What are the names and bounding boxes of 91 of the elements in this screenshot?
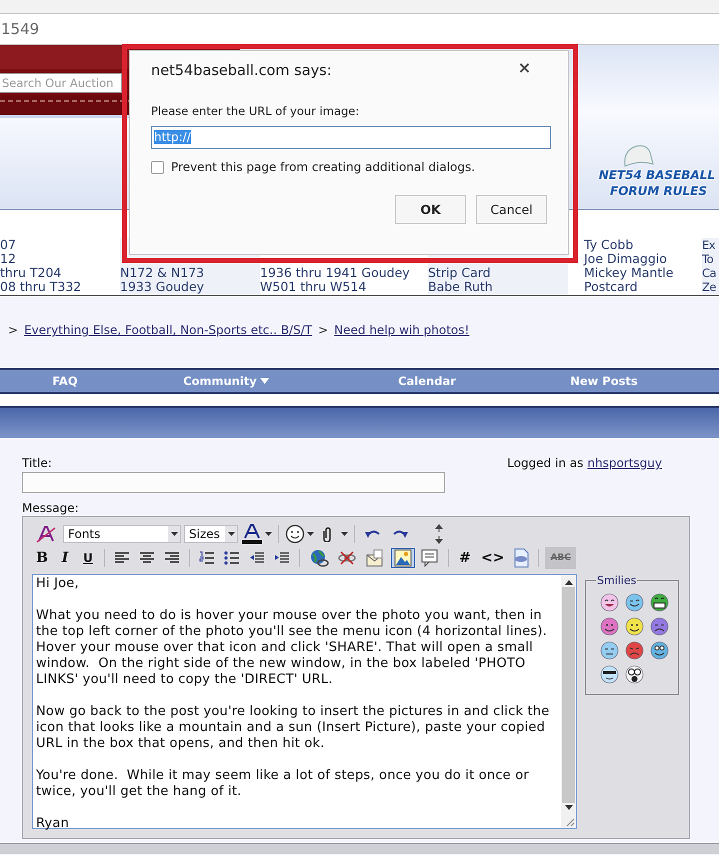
smiley-icon[interactable]: [625, 641, 644, 660]
caret-icon: [228, 532, 234, 536]
forum-rules-logo-text[interactable]: NET54 BASEBALL: [598, 168, 715, 182]
remove-format-icon: [35, 524, 57, 544]
category-link[interactable]: Postcard: [584, 280, 702, 294]
php-icon: [513, 548, 530, 568]
message-field[interactable]: [32, 574, 577, 829]
resize-icon: [434, 523, 444, 545]
message-paragraph: Hi Joe,: [36, 576, 80, 592]
category-link[interactable]: thru T204: [0, 266, 120, 280]
quote-icon: [421, 549, 439, 567]
breadcrumb-separator: >: [318, 323, 328, 337]
username-link[interactable]: nhsportsguy: [587, 456, 662, 501]
category-link[interactable]: 12: [0, 252, 120, 266]
dialog-title: net54baseball.com says:: [151, 63, 332, 79]
category-link[interactable]: 1933 Goudey: [120, 280, 260, 294]
category-link[interactable]: Ex: [702, 238, 719, 252]
category-link[interactable]: Mickey Mantle: [584, 266, 702, 280]
category-link[interactable]: Strip Card: [428, 266, 568, 280]
breadcrumb-separator: >: [8, 323, 18, 337]
close-button[interactable]: ×: [489, 53, 560, 82]
category-link[interactable]: Ty Cobb: [584, 238, 702, 252]
smiley-icon[interactable]: [650, 593, 669, 612]
message-paragraph: What you need to do is hover your mouse over the photo you want, then in the top left corner of the photo you'll see the menu icon (4 horizontal lines). Hover your mouse over that icon and click 'SHARE'. That will open a small window. On the right side of the new window, in the box labeled 'PHOTO LINKS' you'll need to copy the 'DIRECT' URL.: [36, 608, 548, 688]
align-center-icon: [139, 551, 155, 565]
indent-icon: [274, 551, 290, 565]
smiley-icon[interactable]: [600, 665, 619, 684]
title-field[interactable]: [22, 472, 445, 493]
smiley-icon[interactable]: [285, 524, 305, 544]
category-link[interactable]: To: [702, 252, 719, 266]
numbered-list-icon: [199, 551, 215, 565]
message-paragraph: You're done. While it may seem like a lot of steps, once you do it once or twice, you'll get the hang of it.: [36, 768, 530, 800]
email-icon: [365, 549, 385, 567]
message-label: Message:: [22, 501, 80, 515]
smiley-icon[interactable]: [625, 665, 644, 684]
scroll-up-icon: [564, 580, 572, 585]
prompt-text: Please enter the URL of your image:: [151, 104, 360, 118]
caret-icon: [170, 532, 178, 536]
title-label: Title:: [22, 456, 53, 470]
category-link[interactable]: 07: [0, 238, 120, 252]
bullet-list-icon: [224, 551, 240, 565]
scroll-down-icon: [564, 805, 572, 810]
align-right-icon: [164, 551, 180, 565]
smiley-icon[interactable]: [650, 641, 669, 660]
search-field[interactable]: Search Our Auction: [0, 73, 122, 93]
code-button[interactable]: <>: [478, 548, 508, 568]
message-paragraph: Ryan: [36, 816, 70, 832]
dropdown[interactable]: Fonts: [63, 525, 181, 543]
smilies-legend: Smilies: [596, 574, 638, 587]
category-link[interactable]: Ze: [702, 280, 719, 294]
image-icon: [394, 549, 412, 567]
forum-rules-logo-text[interactable]: FORUM RULES: [610, 184, 707, 198]
ok-button[interactable]: OK: [395, 195, 466, 224]
category-link[interactable]: Ca: [702, 266, 719, 280]
category-link[interactable]: 08 thru T332: [0, 280, 120, 294]
message-paragraph: Now go back to the post you're looking to insert the pictures in and click the icon that looks like a mountain and a sun (Insert Picture), paste your copied URL in the box that opens, and then hit ok.: [36, 704, 550, 752]
category-link[interactable]: N172 & N173: [120, 266, 260, 280]
checkbox-label: Prevent this page from creating additional dialogs.: [171, 160, 476, 174]
smiley-icon[interactable]: [600, 641, 619, 660]
smiley-icon[interactable]: [650, 617, 669, 636]
smiley-icon[interactable]: [600, 617, 619, 636]
caret-icon: [341, 532, 348, 536]
category-link[interactable]: 1936 thru 1941 Goudey: [260, 266, 428, 280]
text-color-icon[interactable]: [241, 524, 263, 544]
underline-button[interactable]: U: [78, 548, 98, 568]
link-icon: [309, 548, 329, 568]
scrollbar-thumb[interactable]: [562, 587, 575, 803]
italic-button[interactable]: I: [55, 548, 75, 568]
dropdown[interactable]: Sizes: [184, 525, 238, 543]
category-link[interactable]: W501 thru W514: [260, 280, 428, 294]
category-link[interactable]: Babe Ruth: [428, 280, 568, 294]
cancel-button[interactable]: Cancel: [476, 195, 547, 224]
resize-grip-icon: [565, 817, 575, 827]
caret-icon: [260, 378, 269, 384]
insert-image-button[interactable]: [391, 548, 415, 568]
caret-icon: [265, 532, 272, 536]
bold-button[interactable]: B: [32, 548, 52, 568]
breadcrumb-link[interactable]: Everything Else, Football, Non-Sports etc.. B/S/T: [24, 323, 312, 337]
category-link[interactable]: Joe Dimaggio: [584, 252, 702, 266]
paperclip-icon[interactable]: [323, 526, 333, 542]
breadcrumb-link[interactable]: Need help wih photos!: [334, 323, 470, 337]
address-bar[interactable]: 1549: [0, 14, 40, 38]
unlink-icon: [338, 550, 356, 566]
caret-icon: [307, 532, 314, 536]
checkbox[interactable]: [151, 160, 164, 174]
hash-button[interactable]: #: [455, 548, 475, 568]
smiley-icon[interactable]: [625, 593, 644, 612]
logged-in-label: Logged in as: [507, 456, 584, 472]
smiley-icon[interactable]: [625, 617, 644, 636]
outdent-icon: [249, 551, 265, 565]
align-left-icon: [114, 551, 130, 565]
